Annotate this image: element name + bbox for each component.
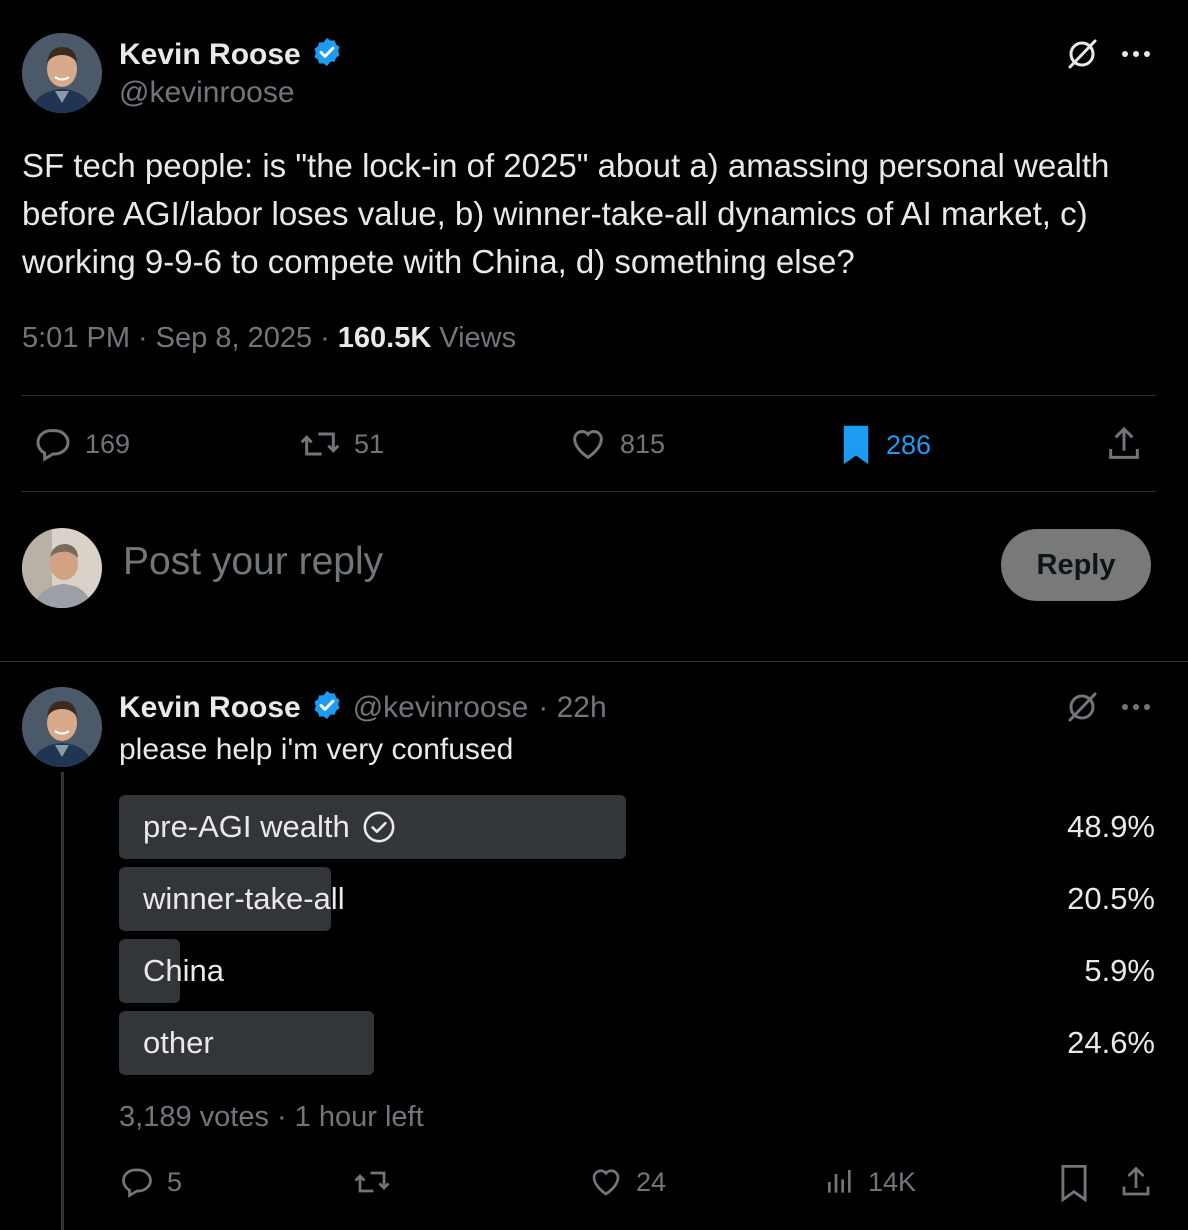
reply-author-name[interactable]: Kevin Roose bbox=[119, 691, 301, 725]
reply-icon bbox=[119, 1164, 155, 1200]
poll-option-percent: 24.6% bbox=[1067, 1025, 1155, 1060]
reply-input[interactable]: Post your reply bbox=[123, 540, 383, 584]
share-button[interactable] bbox=[1104, 424, 1144, 464]
more-icon[interactable] bbox=[1118, 36, 1154, 72]
reply-count: 169 bbox=[85, 428, 131, 459]
share-icon bbox=[1104, 424, 1144, 464]
reply-icon bbox=[33, 424, 73, 464]
user-avatar[interactable] bbox=[22, 528, 102, 608]
poll-votes: 3,189 votes bbox=[119, 1101, 269, 1133]
poll-option-label: pre-AGI wealth bbox=[143, 809, 350, 844]
divider bbox=[22, 491, 1156, 492]
reply-text: please help i'm very confused bbox=[119, 733, 514, 766]
reply-views-count: 14K bbox=[868, 1166, 917, 1197]
heart-icon bbox=[588, 1164, 624, 1200]
tweet-text: SF tech people: is "the lock-in of 2025"… bbox=[22, 147, 1110, 280]
poll-option: pre-AGI wealth 48.9% bbox=[119, 795, 1155, 859]
reply-button[interactable]: 169 bbox=[33, 424, 130, 464]
poll-option-percent: 5.9% bbox=[1084, 953, 1155, 988]
poll-option-percent: 20.5% bbox=[1067, 881, 1155, 916]
bookmark-icon bbox=[1058, 1164, 1090, 1202]
separator-dot: · bbox=[138, 322, 148, 354]
reply-repost-button[interactable] bbox=[352, 1164, 392, 1200]
like-button[interactable]: 815 bbox=[568, 424, 665, 464]
poll-time-left: · 1 hour left bbox=[276, 1101, 424, 1133]
bookmark-button[interactable]: 286 bbox=[838, 424, 931, 466]
repost-button[interactable]: 51 bbox=[298, 424, 384, 464]
repost-icon bbox=[352, 1164, 392, 1200]
views-label: Views bbox=[439, 322, 517, 354]
poll-option-label-wrap: China bbox=[143, 939, 224, 1003]
reply-author-handle[interactable]: @kevinroose bbox=[353, 691, 529, 725]
verified-badge-icon bbox=[311, 36, 343, 73]
reply-like-count: 24 bbox=[636, 1166, 667, 1197]
poll-option-label-wrap: pre-AGI wealth bbox=[143, 795, 396, 859]
reply-time[interactable]: · 22h bbox=[538, 691, 606, 725]
poll-option: winner-take-all 20.5% bbox=[119, 867, 1155, 931]
poll-option-percent: 48.9% bbox=[1067, 809, 1155, 844]
poll-option-label: China bbox=[143, 953, 224, 988]
grok-icon[interactable] bbox=[1064, 689, 1100, 725]
reply-submit-button[interactable]: Reply bbox=[1001, 529, 1151, 601]
bookmark-count: 286 bbox=[886, 429, 932, 460]
author-avatar[interactable] bbox=[22, 33, 102, 113]
tweet-date[interactable]: Sep 8, 2025 bbox=[156, 322, 312, 355]
reply-share-button[interactable] bbox=[1118, 1164, 1154, 1200]
check-circle-icon bbox=[362, 810, 396, 844]
reply-views-button[interactable]: 14K bbox=[824, 1164, 916, 1200]
reply-author-avatar[interactable] bbox=[22, 687, 102, 767]
poll-option-label: other bbox=[143, 1025, 214, 1060]
like-count: 815 bbox=[620, 428, 666, 459]
grok-icon[interactable] bbox=[1064, 36, 1100, 72]
separator-dot: · bbox=[320, 322, 330, 354]
repost-count: 51 bbox=[354, 428, 385, 459]
bookmark-filled-icon bbox=[838, 424, 874, 466]
poll-option: other 24.6% bbox=[119, 1011, 1155, 1075]
author-handle[interactable]: @kevinroose bbox=[119, 76, 295, 110]
analytics-icon bbox=[824, 1164, 856, 1200]
reply-bookmark-button[interactable] bbox=[1058, 1164, 1090, 1202]
reply-reply-button[interactable]: 5 bbox=[119, 1164, 182, 1200]
tweet-time[interactable]: 5:01 PM bbox=[22, 322, 130, 355]
divider bbox=[22, 395, 1156, 396]
repost-icon bbox=[298, 424, 342, 464]
heart-icon bbox=[568, 424, 608, 464]
section-divider bbox=[0, 661, 1188, 662]
views-count: 160.5K bbox=[337, 322, 432, 354]
reply-reply-count: 5 bbox=[167, 1166, 183, 1197]
poll-option-label: winner-take-all bbox=[143, 881, 345, 916]
author-name[interactable]: Kevin Roose bbox=[119, 38, 301, 72]
reply-submit-label: Reply bbox=[1036, 548, 1116, 581]
reply-like-button[interactable]: 24 bbox=[588, 1164, 666, 1200]
more-icon[interactable] bbox=[1118, 689, 1154, 725]
poll-option-label-wrap: winner-take-all bbox=[143, 867, 345, 931]
poll-option-label-wrap: other bbox=[143, 1011, 214, 1075]
share-icon bbox=[1118, 1164, 1154, 1200]
thread-line bbox=[61, 772, 64, 1230]
poll-option: China 5.9% bbox=[119, 939, 1155, 1003]
verified-badge-icon bbox=[311, 689, 343, 726]
